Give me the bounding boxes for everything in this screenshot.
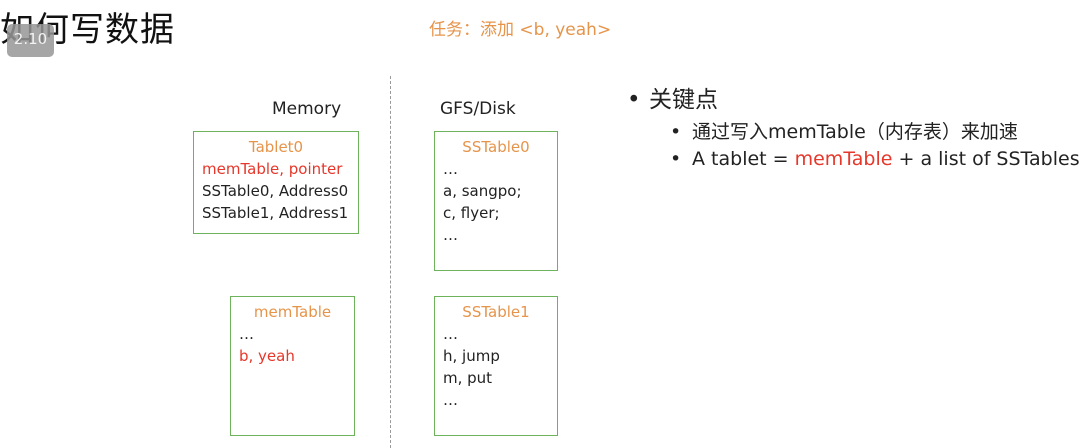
sstable0-line: c, flyer; [443,204,500,222]
keypoint-highlight: memTable [794,148,893,170]
bullet-icon: • [670,148,682,170]
keypoints-heading-text: 关键点 [649,87,718,113]
disk-label: GFS/Disk [440,99,516,119]
memory-disk-divider [390,76,391,448]
memtable-box: memTable … b, yeah [230,296,355,436]
bullet-icon: • [627,87,641,113]
sstable1-box: SSTable1 … h, jump m, put … [434,296,558,436]
memtable-line: … [239,325,254,343]
tablet0-line: SSTable0, Address0 [202,182,349,200]
keypoints-heading: • 关键点 [627,80,718,114]
memory-label: Memory [272,99,342,119]
tablet0-line: SSTable1, Address1 [202,204,349,222]
sstable0-line: … [443,160,458,178]
tablet0-line: memTable, pointer [202,160,343,178]
sstable1-line: m, put [443,369,493,387]
keypoint-text: + a list of SSTables [892,148,1080,170]
memtable-title: memTable [253,303,332,321]
timestamp-badge: 2.10 [7,24,54,57]
sstable1-line: … [443,325,458,343]
sstable0-line: a, sangpo; [443,182,522,200]
task-label: 任务：添加 <b, yeah> [429,20,612,40]
sstable1-line: h, jump [443,347,500,365]
memtable-line: b, yeah [239,347,295,365]
sstable1-title: SSTable1 [462,303,530,321]
bullet-icon: • [670,121,682,143]
sstable1-line: … [443,391,458,409]
tablet0-title: Tablet0 [248,138,304,156]
sstable0-title: SSTable0 [462,138,530,156]
tablet0-box: Tablet0 memTable, pointer SSTable0, Addr… [193,131,359,234]
keypoint-text: 通过写入memTable（内存表）来加速 [692,121,1018,143]
keypoint-item: • A tablet = memTable + a list of SSTable… [670,148,1080,170]
sstable0-box: SSTable0 … a, sangpo; c, flyer; … [434,131,558,271]
keypoint-text: A tablet = [692,148,795,170]
keypoint-item: • 通过写入memTable（内存表）来加速 [670,117,1018,144]
sstable0-line: … [443,226,458,244]
